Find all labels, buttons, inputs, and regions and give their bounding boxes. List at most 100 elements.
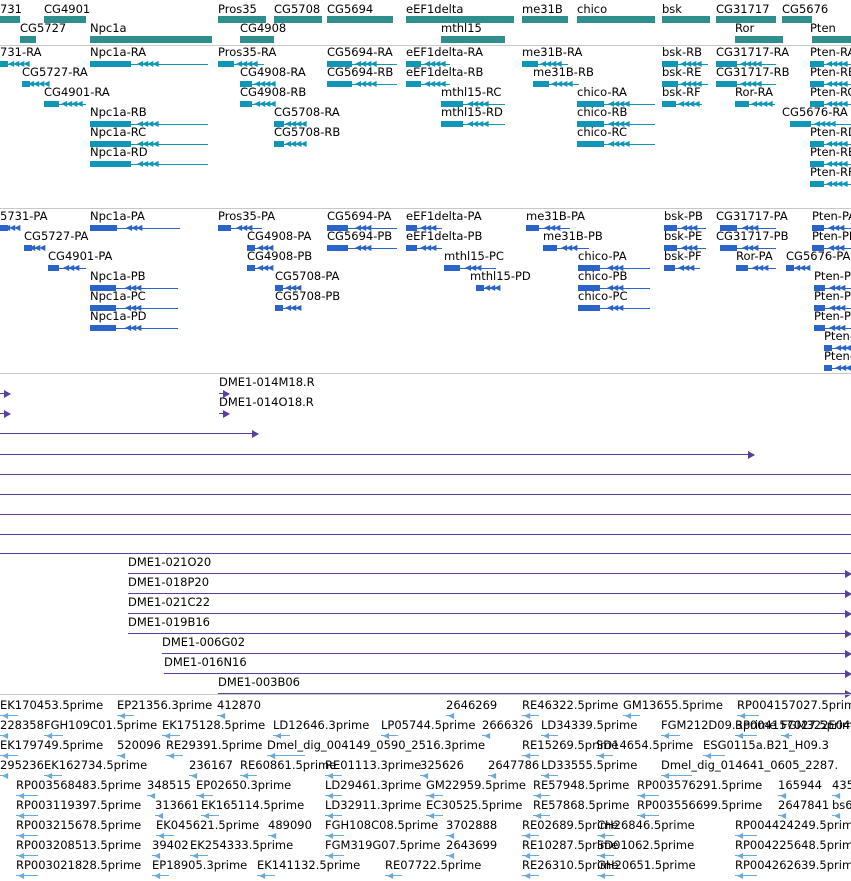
gene-label[interactable]: Pros35 <box>218 3 257 16</box>
est-label[interactable]: RP004157027.5prime <box>737 699 851 712</box>
est-label[interactable]: LP05744.5prime <box>381 719 475 732</box>
protein-label[interactable]: me31B-PA <box>526 210 585 223</box>
est-label[interactable]: RP004225648.5prime <box>735 839 851 852</box>
est-label[interactable]: SD01062.5prime <box>597 839 694 852</box>
transcript-exon[interactable] <box>716 81 737 87</box>
gene-label[interactable]: CG4901 <box>44 3 90 16</box>
transcript-exon[interactable] <box>44 101 59 107</box>
protein-exon[interactable] <box>90 225 117 231</box>
gene-feature[interactable] <box>522 16 568 23</box>
gene-feature[interactable] <box>240 36 274 43</box>
est-label[interactable]: RE01113.3prime <box>325 759 421 772</box>
gene-feature[interactable] <box>735 36 783 43</box>
transcript-exon[interactable] <box>716 61 737 67</box>
protein-label[interactable]: eEF1delta-PB <box>406 230 482 243</box>
transcript-label[interactable]: CG5708-RB <box>274 126 340 139</box>
est-label[interactable]: Dmel_dig_004149_0590_2516.3prime <box>267 739 485 752</box>
bac-clone-label[interactable]: DME1-021O20 <box>128 556 211 569</box>
transcript-exon[interactable] <box>406 61 421 67</box>
transcript-exon[interactable] <box>90 141 131 147</box>
est-label[interactable]: FGM322E04 <box>781 719 850 732</box>
protein-exon[interactable] <box>444 265 460 271</box>
protein-exon[interactable] <box>275 285 283 291</box>
transcript-exon[interactable] <box>406 81 421 87</box>
est-label[interactable]: 2643699 <box>446 839 497 852</box>
est-label[interactable]: GM13655.5prime <box>623 699 723 712</box>
protein-exon[interactable] <box>812 225 824 231</box>
protein-exon[interactable] <box>664 245 677 251</box>
gene-label[interactable]: 731 <box>0 3 22 16</box>
est-label[interactable]: RE57868.5prime <box>533 799 629 812</box>
bac-clone-label[interactable]: DME1-021C22 <box>128 596 210 609</box>
est-label[interactable]: RE60861.5prime <box>240 759 336 772</box>
gene-feature[interactable] <box>662 16 710 23</box>
protein-label[interactable]: CG4908-PA <box>247 230 311 243</box>
protein-exon[interactable] <box>476 285 484 291</box>
gene-feature[interactable] <box>441 36 505 43</box>
protein-exon[interactable] <box>664 265 675 271</box>
protein-exon[interactable] <box>218 225 231 231</box>
protein-label[interactable]: chico-PA <box>578 250 627 263</box>
gene-label[interactable]: CG5676 <box>782 3 828 16</box>
gene-label[interactable]: chico <box>577 3 607 16</box>
protein-exon[interactable] <box>720 225 737 231</box>
gene-feature[interactable] <box>782 16 812 23</box>
gene-feature[interactable] <box>577 16 655 23</box>
transcript-exon[interactable] <box>274 121 284 127</box>
est-label[interactable]: RP003556699.5prime <box>637 799 762 812</box>
protein-exon[interactable] <box>327 245 348 251</box>
protein-label[interactable]: CG4901-PA <box>48 250 112 263</box>
protein-exon[interactable] <box>48 265 59 271</box>
protein-exon[interactable] <box>247 245 255 251</box>
gene-label[interactable]: CG5708 <box>274 3 320 16</box>
est-label[interactable]: RP003215678.5prime <box>16 819 141 832</box>
transcript-exon[interactable] <box>735 101 749 107</box>
est-label[interactable]: EK162734.5prime <box>44 759 147 772</box>
transcript-exon[interactable] <box>662 81 678 87</box>
protein-exon[interactable] <box>736 265 748 271</box>
est-label[interactable]: 2647841 <box>778 799 829 812</box>
gene-label[interactable]: Pten <box>810 22 836 35</box>
est-label[interactable]: EK045621.5prime <box>156 819 259 832</box>
gene-label[interactable]: mthl15 <box>441 22 482 35</box>
gene-feature[interactable] <box>406 16 514 23</box>
transcript-exon[interactable] <box>327 81 352 87</box>
transcript-exon[interactable] <box>90 121 131 127</box>
transcript-label[interactable]: eEF1delta-RA <box>406 46 483 59</box>
est-label[interactable]: Dmel_dig_014641_0605_2287. <box>661 759 838 772</box>
protein-exon[interactable] <box>578 265 600 271</box>
protein-label[interactable]: Pros35-PA <box>218 210 275 223</box>
transcript-label[interactable]: me31B-RA <box>522 46 582 59</box>
est-label[interactable]: LD29461.3prime <box>325 779 421 792</box>
bac-clone-line[interactable] <box>0 514 851 515</box>
protein-exon[interactable] <box>90 325 116 331</box>
protein-exon[interactable] <box>578 305 600 311</box>
bac-clone-label[interactable]: DME1-016N16 <box>164 656 247 669</box>
transcript-label[interactable]: CG5727-RA <box>22 66 88 79</box>
transcript-exon[interactable] <box>0 61 8 67</box>
protein-label[interactable]: Npc1a-PA <box>90 210 145 223</box>
est-label[interactable]: FGH108C08.5prime <box>325 819 438 832</box>
gene-feature[interactable] <box>20 36 36 43</box>
est-label[interactable]: RP003208513.5prime <box>16 839 141 852</box>
gene-label[interactable]: CG4908 <box>240 22 286 35</box>
gene-feature[interactable] <box>0 16 20 23</box>
est-label[interactable]: FGM319G07.5prime <box>325 839 440 852</box>
est-label[interactable]: 2647786 <box>488 759 539 772</box>
gene-label[interactable]: CG5727 <box>20 22 66 35</box>
protein-exon[interactable] <box>406 225 417 231</box>
bac-clone-label[interactable]: DME1-018P20 <box>128 576 209 589</box>
transcript-exon[interactable] <box>577 141 604 147</box>
est-label[interactable]: EK175128.5prime <box>162 719 265 732</box>
est-label[interactable]: LD34339.5prime <box>541 719 637 732</box>
protein-exon[interactable] <box>814 285 825 291</box>
est-label[interactable]: EK179749.5prime <box>0 739 103 752</box>
protein-label[interactable]: CG5694-PA <box>327 210 391 223</box>
gene-feature[interactable] <box>716 16 776 23</box>
est-label[interactable]: 2646269 <box>446 699 497 712</box>
gene-label[interactable]: me31B <box>522 3 563 16</box>
protein-label[interactable]: Npc1a-PB <box>90 270 146 283</box>
protein-exon[interactable] <box>327 225 348 231</box>
est-label[interactable]: RE57948.5prime <box>533 779 629 792</box>
protein-exon[interactable] <box>578 285 600 291</box>
